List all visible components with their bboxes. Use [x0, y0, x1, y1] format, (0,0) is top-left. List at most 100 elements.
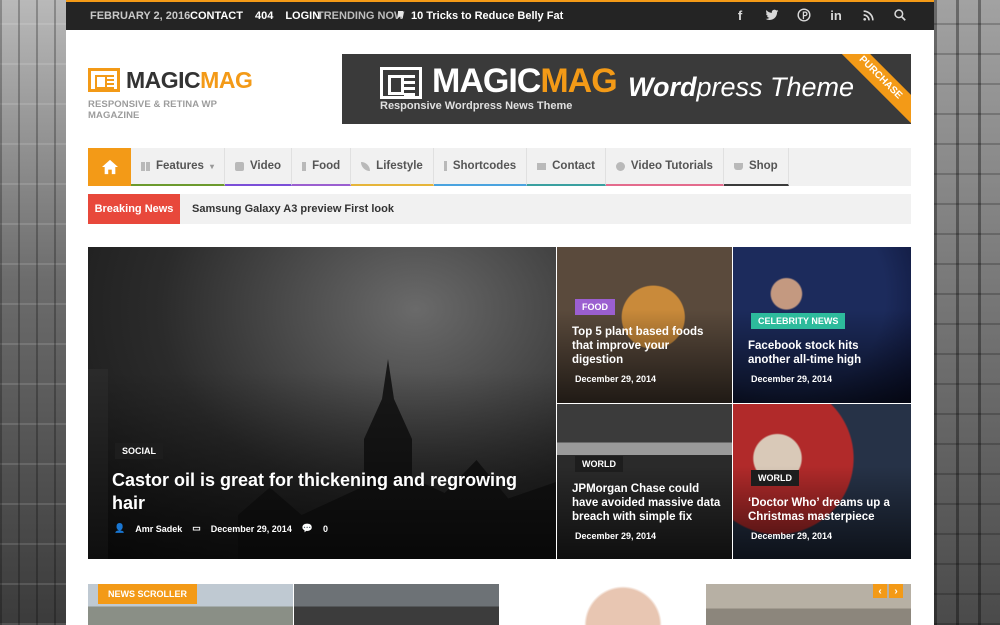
rss-icon[interactable]: [860, 7, 876, 23]
top-link-contact[interactable]: CONTACT: [190, 10, 243, 22]
site-logo[interactable]: MAGICMAG RESPONSIVE & RETINA WP MAGAZINE: [88, 68, 253, 121]
featured-post-2[interactable]: CELEBRITY NEWS Facebook stock hits anoth…: [733, 247, 911, 403]
comment-icon: 💬: [301, 523, 314, 533]
nav-label-video-tutorials: Video Tutorials: [630, 160, 713, 172]
search-icon[interactable]: [892, 7, 908, 23]
post-category[interactable]: WORLD: [751, 470, 799, 486]
featured-post-1[interactable]: FOOD Top 5 plant based foods that improv…: [557, 247, 732, 403]
scroller-arrows: ‹ ›: [873, 584, 903, 598]
leaf-icon: [361, 161, 371, 171]
current-date: FEBRUARY 2, 2016: [90, 10, 191, 22]
nav-item-lifestyle[interactable]: Lifestyle: [351, 148, 434, 186]
cart-icon: [733, 162, 743, 170]
banner-theme-rest: press Theme: [696, 72, 855, 102]
main-post-date: December 29, 2014: [210, 523, 292, 534]
twitter-icon[interactable]: [764, 7, 780, 23]
chevron-down-icon: ▾: [209, 161, 214, 171]
main-navigation: Features ▾ Video Food Lifestyle Shortcod…: [88, 148, 911, 186]
logo-name-part2: MAG: [200, 67, 253, 93]
nav-label-food: Food: [312, 160, 341, 172]
nav-label-shop: Shop: [748, 160, 778, 172]
post-title[interactable]: JPMorgan Chase could have avoided massiv…: [572, 482, 722, 524]
top-bar: FEBRUARY 2, 2016 CONTACT 404 LOGIN TREND…: [66, 0, 934, 30]
nav-item-shop[interactable]: Shop: [723, 148, 789, 186]
fork-icon: [302, 161, 307, 171]
featured-grid: SOCIAL Castor oil is great for thickenin…: [88, 247, 911, 559]
video-icon: [234, 161, 244, 171]
featured-post-4[interactable]: WORLD ‘Doctor Who’ dreams up a Christmas…: [733, 404, 911, 559]
news-scroller: NEWS SCROLLER ‹ ›: [88, 584, 911, 625]
nav-label-features: Features: [156, 160, 204, 172]
banner-name-part2: MAG: [540, 62, 617, 100]
user-icon: 👤: [114, 523, 126, 533]
nav-home[interactable]: [88, 148, 131, 186]
top-link-login[interactable]: LOGIN: [285, 10, 320, 22]
banner-subtitle: Responsive Wordpress News Theme: [380, 100, 573, 112]
scroller-item[interactable]: [500, 584, 705, 625]
trending-headline[interactable]: 10 Tricks to Reduce Belly Fat: [411, 10, 563, 22]
main-post-category[interactable]: SOCIAL: [115, 443, 164, 459]
grid-icon: [141, 161, 150, 171]
background-right-building: [934, 0, 1000, 625]
banner-theme-bold: Word: [628, 72, 697, 102]
pinterest-shape: [797, 8, 811, 22]
banner-title: MAGICMAG: [432, 62, 618, 100]
post-title[interactable]: Top 5 plant based foods that improve you…: [572, 325, 722, 367]
trending-label: TRENDING NOW: [317, 10, 405, 22]
top-link-404[interactable]: 404: [255, 10, 273, 22]
linkedin-icon[interactable]: in: [828, 7, 844, 23]
breaking-news-bar: Breaking News Samsung Galaxy A3 preview …: [88, 194, 911, 224]
header-ad-banner[interactable]: MAGICMAG Responsive Wordpress News Theme…: [342, 54, 911, 124]
nav-label-contact: Contact: [552, 160, 595, 172]
main-post-title[interactable]: Castor oil is great for thickening and r…: [112, 469, 532, 515]
nav-item-features[interactable]: Features ▾: [131, 148, 225, 186]
nav-label-video: Video: [249, 160, 282, 172]
pinterest-icon[interactable]: [796, 7, 812, 23]
background-left-building: [0, 0, 66, 625]
nav-item-video[interactable]: Video: [224, 148, 293, 186]
top-links: CONTACT 404 LOGIN: [190, 10, 320, 22]
post-title[interactable]: Facebook stock hits another all-time hig…: [748, 339, 898, 367]
banner-name-part1: MAGIC: [432, 62, 541, 100]
main-post-comments[interactable]: 0: [323, 524, 328, 534]
breaking-news-label: Breaking News: [88, 194, 180, 224]
post-date: December 29, 2014: [575, 531, 657, 541]
nav-item-contact[interactable]: Contact: [527, 148, 606, 186]
twitter-bird-shape: [765, 9, 779, 21]
post-date: December 29, 2014: [575, 374, 657, 384]
social-icons: f in: [732, 7, 908, 23]
logo-name-part1: MAGIC: [126, 67, 201, 93]
page-container: MAGICMAG RESPONSIVE & RETINA WP MAGAZINE…: [66, 30, 934, 625]
chevron-left-icon[interactable]: ‹: [873, 584, 887, 598]
post-date: December 29, 2014: [751, 531, 833, 541]
banner-theme-text: Wordpress Theme: [628, 72, 854, 103]
nav-item-food[interactable]: Food: [292, 148, 352, 186]
post-category[interactable]: WORLD: [575, 456, 623, 472]
envelope-icon: [537, 162, 547, 170]
logo-tagline: RESPONSIVE & RETINA WP MAGAZINE: [88, 99, 217, 121]
nav-item-video-tutorials[interactable]: Video Tutorials: [605, 148, 724, 186]
chevron-right-icon[interactable]: ›: [889, 584, 903, 598]
post-date: December 29, 2014: [751, 374, 833, 384]
post-title[interactable]: ‘Doctor Who’ dreams up a Christmas maste…: [748, 496, 898, 524]
main-post-meta: 👤 Amr Sadek ▭ December 29, 2014 💬 0: [114, 523, 328, 534]
featured-main-post[interactable]: SOCIAL Castor oil is great for thickenin…: [88, 247, 556, 559]
logo-text: MAGICMAG: [126, 67, 253, 93]
nav-label-lifestyle: Lifestyle: [376, 160, 423, 172]
home-icon: [101, 159, 118, 175]
magnifier-shape: [894, 9, 906, 21]
featured-post-3[interactable]: WORLD JPMorgan Chase could have avoided …: [557, 404, 732, 559]
rss-shape: [862, 9, 874, 21]
post-category[interactable]: FOOD: [575, 299, 615, 315]
text-icon: [443, 161, 447, 171]
breaking-news-headline[interactable]: Samsung Galaxy A3 preview First look: [192, 203, 394, 215]
nav-item-shortcodes[interactable]: Shortcodes: [433, 148, 528, 186]
banner-newspaper-icon: [380, 67, 422, 99]
calendar-icon: ▭: [192, 523, 201, 533]
scroller-item[interactable]: [294, 584, 499, 625]
main-post-author[interactable]: Amr Sadek: [135, 524, 182, 534]
news-scroller-label: NEWS SCROLLER: [98, 584, 198, 604]
nav-items: Features ▾ Video Food Lifestyle Shortcod…: [131, 148, 789, 186]
post-category[interactable]: CELEBRITY NEWS: [751, 313, 846, 329]
facebook-icon[interactable]: f: [732, 7, 748, 23]
